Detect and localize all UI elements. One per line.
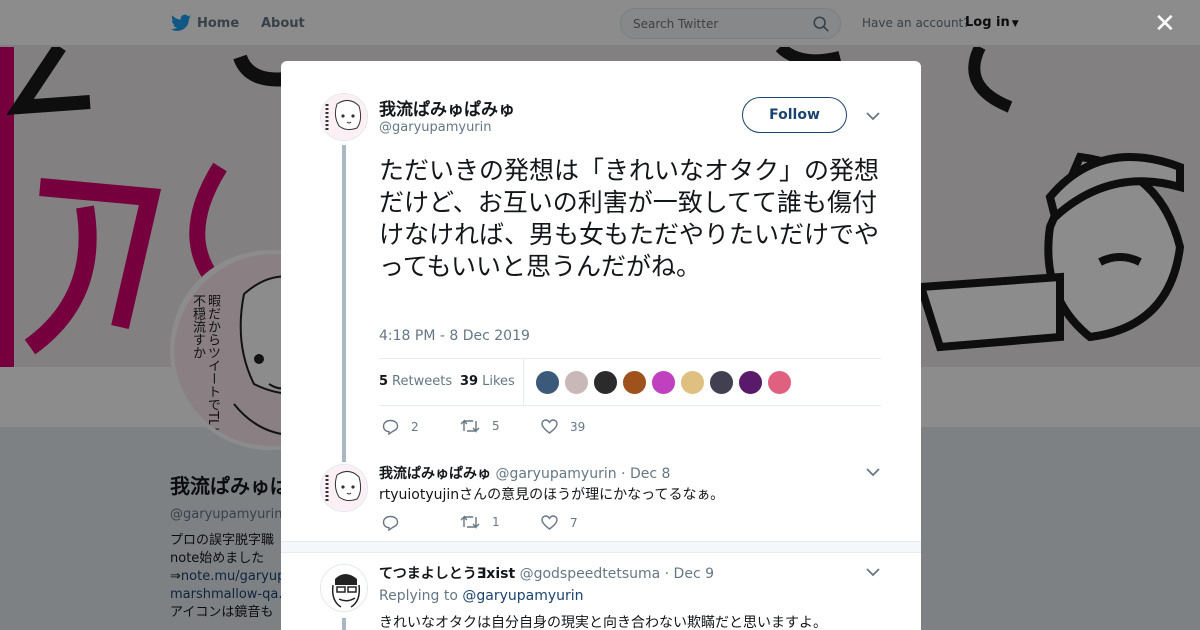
retweet-action[interactable]: 5 bbox=[460, 419, 500, 433]
replying-to: Replying to @garyupamyurin bbox=[379, 588, 584, 604]
liker-avatar[interactable] bbox=[593, 370, 618, 395]
reply-date[interactable]: · Dec 9 bbox=[665, 566, 714, 582]
liker-avatar[interactable] bbox=[564, 370, 589, 395]
reply-date[interactable]: · Dec 8 bbox=[621, 466, 670, 482]
chevron-down-icon[interactable] bbox=[866, 467, 880, 477]
reply-author-name[interactable]: 我流ぱみゅぱみゅ bbox=[379, 466, 491, 482]
reply-separator bbox=[281, 541, 921, 553]
reply-icon bbox=[382, 419, 399, 435]
heart-icon bbox=[541, 515, 558, 530]
likes-stat[interactable]: 39 Likes bbox=[460, 374, 515, 389]
reply-text: rtyuiotyujinさんの意見のほうが理にかなってるなぁ。 bbox=[379, 487, 725, 503]
chevron-down-icon[interactable] bbox=[866, 111, 880, 121]
like-count: 7 bbox=[570, 515, 578, 530]
liker-avatar[interactable] bbox=[767, 370, 792, 395]
retweet-icon bbox=[460, 419, 480, 433]
retweets-label: Retweets bbox=[392, 374, 453, 389]
thread-connector bbox=[342, 618, 346, 630]
reply-author-avatar[interactable] bbox=[320, 464, 368, 512]
author-avatar[interactable] bbox=[320, 93, 368, 141]
reply-text: きれいなオタクは自分自身の現実と向き合わない欺瞞だと思いますよ。 bbox=[379, 615, 827, 630]
retweets-count: 5 bbox=[379, 374, 389, 389]
follow-button[interactable]: Follow bbox=[742, 97, 847, 133]
heart-icon bbox=[541, 419, 558, 434]
thread-connector bbox=[342, 145, 346, 462]
reply-author-handle[interactable]: @garyupamyurin bbox=[495, 466, 616, 482]
like-action[interactable]: 7 bbox=[541, 515, 578, 530]
avatar-image bbox=[321, 465, 367, 511]
reply-count: 2 bbox=[411, 420, 419, 434]
retweet-count: 5 bbox=[492, 419, 500, 433]
likes-count: 39 bbox=[460, 374, 479, 389]
liker-avatar[interactable] bbox=[680, 370, 705, 395]
reply-author-handle[interactable]: @godspeedtetsuma bbox=[520, 566, 661, 582]
avatar-image bbox=[321, 94, 367, 140]
avatar-image bbox=[321, 565, 367, 611]
liker-avatar[interactable] bbox=[738, 370, 763, 395]
chevron-down-icon[interactable] bbox=[866, 567, 880, 577]
reply-action[interactable]: 2 bbox=[382, 419, 419, 435]
liker-avatar[interactable] bbox=[651, 370, 676, 395]
tweet-timestamp[interactable]: 4:18 PM - 8 Dec 2019 bbox=[379, 328, 530, 344]
stats-divider bbox=[523, 359, 524, 405]
tweet-author-handle[interactable]: @garyupamyurin bbox=[379, 120, 492, 135]
reply-author-name[interactable]: てつまよしとうƎxist bbox=[379, 566, 515, 582]
tweet-text: ただいきの発想は「きれいなオタク」の発想だけど、お互いの利害が一致してて誰も傷付… bbox=[379, 156, 880, 281]
reply-action[interactable] bbox=[382, 515, 411, 531]
like-count: 39 bbox=[570, 419, 586, 434]
retweet-icon bbox=[460, 515, 480, 529]
tweet-stats: 5 Retweets 39 Likes bbox=[379, 358, 881, 406]
like-action[interactable]: 39 bbox=[541, 419, 585, 434]
replying-to-handle-link[interactable]: @garyupamyurin bbox=[462, 588, 583, 604]
reply-author-avatar[interactable] bbox=[320, 564, 368, 612]
retweet-count: 1 bbox=[492, 515, 500, 529]
liker-avatar[interactable] bbox=[709, 370, 734, 395]
reply-header: てつまよしとうƎxist @godspeedtetsuma · Dec 9 bbox=[379, 563, 714, 583]
likes-label: Likes bbox=[482, 374, 515, 389]
replying-to-label: Replying to bbox=[379, 588, 458, 604]
retweets-stat[interactable]: 5 Retweets bbox=[379, 374, 452, 389]
reply-header: 我流ぱみゅぱみゅ @garyupamyurin · Dec 8 bbox=[379, 463, 670, 483]
tweet-author-name[interactable]: 我流ぱみゅぱみゅ bbox=[379, 95, 515, 120]
liker-avatar[interactable] bbox=[535, 370, 560, 395]
close-icon[interactable]: ✕ bbox=[1154, 11, 1176, 37]
liker-avatar[interactable] bbox=[622, 370, 647, 395]
reply-icon bbox=[382, 515, 399, 531]
retweet-action[interactable]: 1 bbox=[460, 515, 500, 529]
